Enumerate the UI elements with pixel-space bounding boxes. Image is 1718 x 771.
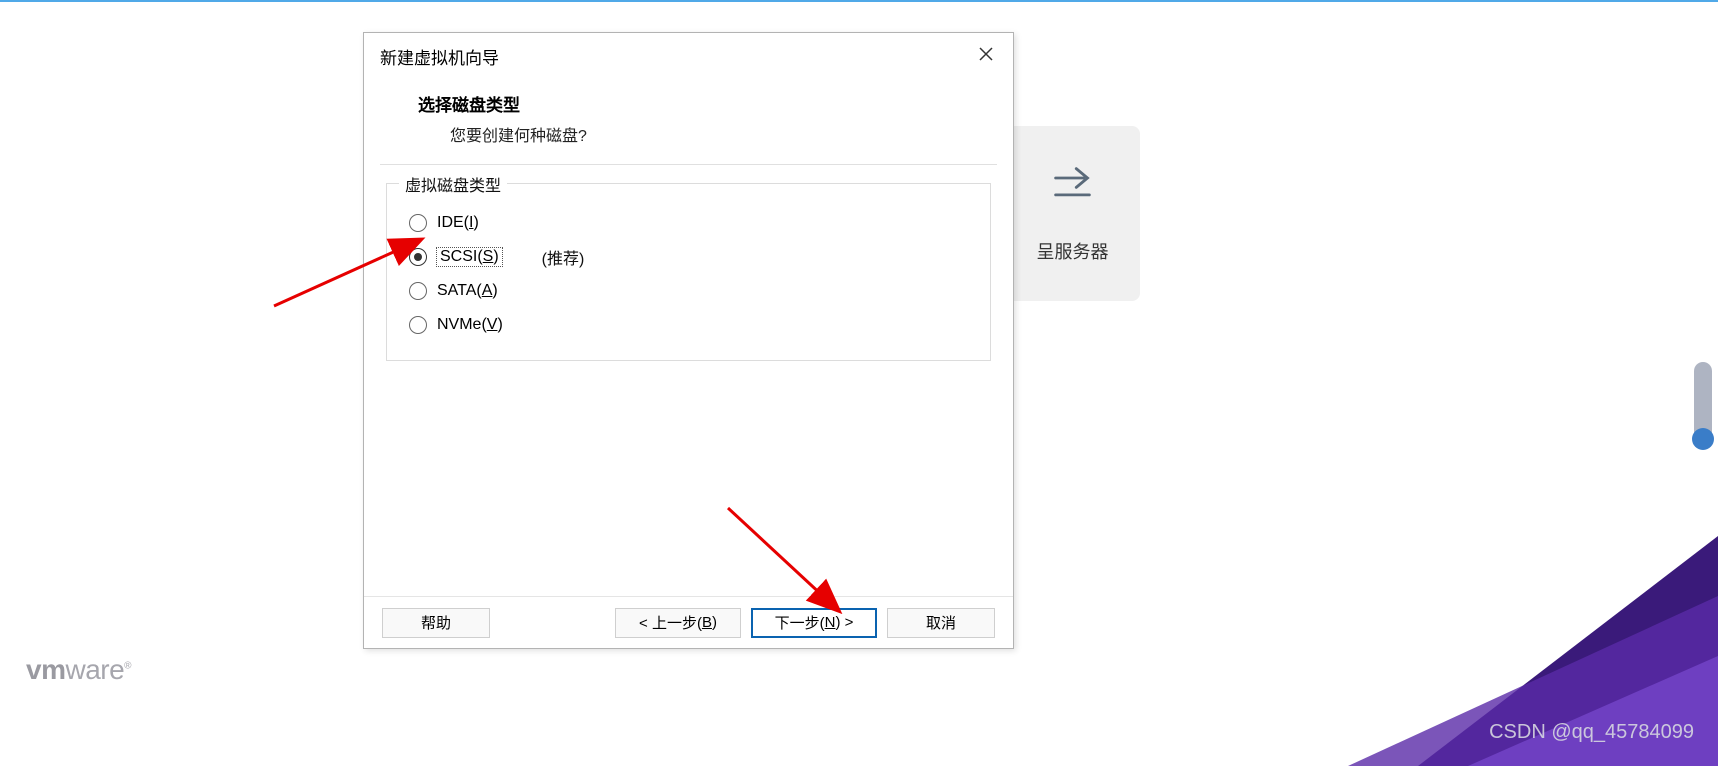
wizard-header: 选择磁盘类型 您要创建何种磁盘? <box>364 81 1013 164</box>
disk-type-group: 虚拟磁盘类型 IDE(I) SCSI(S) (推荐) SATA(A) NVMe(… <box>386 183 991 361</box>
radio-sata[interactable]: SATA(A) <box>409 274 972 308</box>
button-bar: 帮助 < 上一步(B) 下一步(N) > 取消 <box>364 596 1013 648</box>
dialog-title: 新建虚拟机向导 <box>380 44 499 69</box>
radio-ide-label: IDE(I) <box>437 214 479 232</box>
server-arrow-icon <box>1050 163 1095 213</box>
cancel-button[interactable]: 取消 <box>887 608 995 638</box>
page-subtext: 您要创建何种磁盘? <box>450 122 979 146</box>
radio-icon <box>409 316 427 334</box>
radio-icon <box>409 214 427 232</box>
header-divider <box>380 164 997 165</box>
radio-scsi-label: SCSI(S) <box>437 248 502 266</box>
bg-card-connect-server[interactable]: 呈服务器 <box>1005 126 1140 301</box>
watermark-text: CSDN @qq_45784099 <box>1489 721 1694 744</box>
titlebar: 新建虚拟机向导 <box>364 33 1013 81</box>
vmware-logo: vmware® <box>26 654 131 686</box>
help-button[interactable]: 帮助 <box>382 608 490 638</box>
radio-nvme-label: NVMe(V) <box>437 316 503 334</box>
radio-icon <box>409 248 427 266</box>
wizard-dialog: 新建虚拟机向导 选择磁盘类型 您要创建何种磁盘? 虚拟磁盘类型 IDE(I) S… <box>363 32 1014 649</box>
radio-scsi[interactable]: SCSI(S) (推荐) <box>409 240 972 274</box>
top-border <box>0 0 1718 2</box>
radio-ide[interactable]: IDE(I) <box>409 206 972 240</box>
group-legend: 虚拟磁盘类型 <box>399 172 507 196</box>
bg-card-label: 呈服务器 <box>1037 238 1109 264</box>
radio-scsi-hint: (推荐) <box>542 245 585 269</box>
radio-icon <box>409 282 427 300</box>
radio-sata-label: SATA(A) <box>437 282 498 300</box>
radio-nvme[interactable]: NVMe(V) <box>409 308 972 342</box>
next-button[interactable]: 下一步(N) > <box>751 608 877 638</box>
back-button[interactable]: < 上一步(B) <box>615 608 741 638</box>
page-heading: 选择磁盘类型 <box>418 91 979 116</box>
close-icon <box>978 46 994 67</box>
close-button[interactable] <box>975 46 997 68</box>
right-scroll-indicator[interactable] <box>1694 362 1712 444</box>
